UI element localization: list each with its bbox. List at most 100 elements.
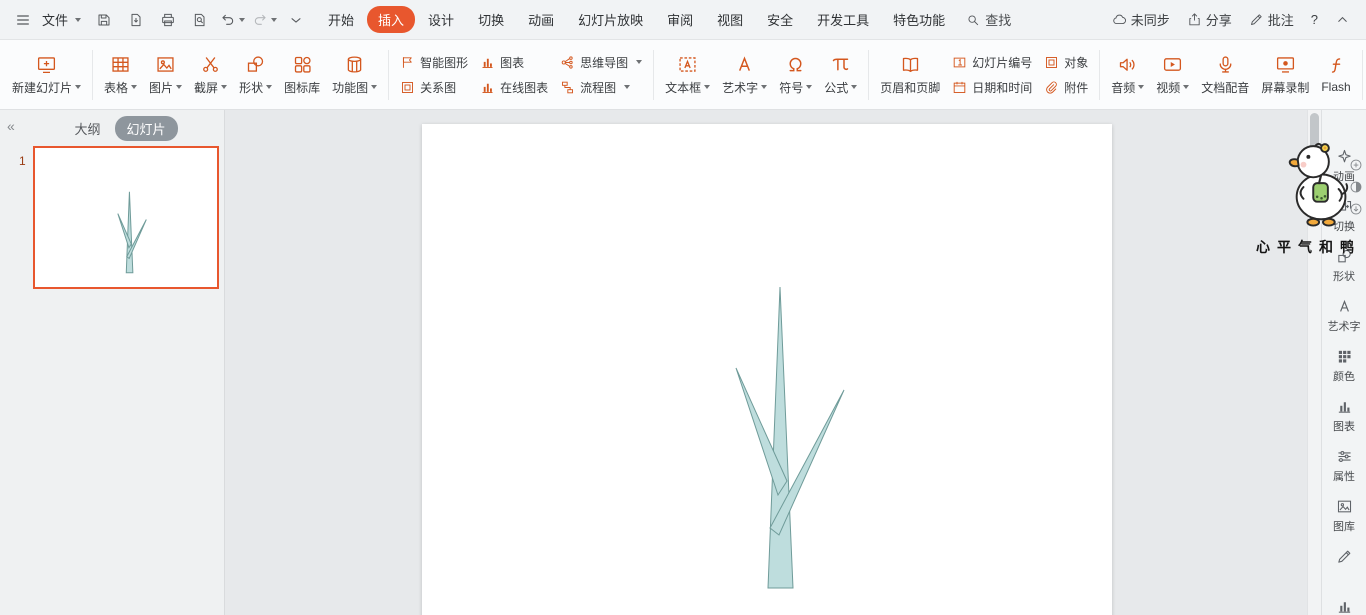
ribbon-separator [653, 50, 654, 100]
tab-transitions[interactable]: 切换 [467, 6, 515, 33]
help-button[interactable]: ? [1311, 12, 1318, 27]
flowchart-button[interactable]: 流程图 [560, 79, 642, 96]
shapes-icon [245, 54, 266, 75]
panel-wordart[interactable]: 艺术字 [1328, 298, 1361, 348]
tab-insert[interactable]: 插入 [367, 6, 415, 33]
chart-label: 图表 [500, 54, 524, 71]
color-grid-icon [1336, 348, 1353, 365]
datetime-button[interactable]: 日期和时间 [952, 79, 1032, 96]
find-button[interactable]: 查找 [966, 10, 1011, 29]
panel-properties[interactable]: 属性 [1333, 448, 1355, 498]
editing-canvas[interactable] [226, 110, 1307, 615]
panel-color[interactable]: 颜色 [1333, 348, 1355, 398]
mindmap-button[interactable]: 思维导图 [560, 54, 642, 71]
slide-number-button[interactable]: 幻灯片编号 [952, 54, 1032, 71]
symbol-button[interactable]: 符号 [773, 44, 818, 106]
tab-security[interactable]: 安全 [756, 6, 804, 33]
online-chart-button[interactable]: 在线图表 [480, 79, 548, 96]
slide-thumbnail[interactable] [33, 146, 219, 289]
panel-gallery[interactable]: 图库 [1333, 498, 1355, 548]
share-button[interactable]: 分享 [1187, 10, 1232, 29]
chart-button[interactable]: 图表 [480, 54, 548, 71]
chevron-down-icon [75, 85, 81, 89]
titlebar: 文件 开始 插入 设计 切换 动画 幻灯片放映 审阅 视图 安全 开发工具 特色… [0, 0, 1366, 40]
formula-button[interactable]: 公式 [818, 44, 863, 106]
textbox-icon [677, 54, 698, 75]
sync-status-label: 未同步 [1131, 10, 1170, 29]
duck-sticker-text: 心平气和鸭 [1256, 237, 1366, 257]
textbox-button[interactable]: 文本框 [659, 44, 716, 106]
panel-chart[interactable]: 图表 [1333, 398, 1355, 448]
tab-outline[interactable]: 大纲 [74, 119, 100, 138]
redo-button[interactable] [251, 7, 277, 33]
quick-access-toolbar [91, 7, 309, 33]
screen-record-button[interactable]: 屏幕录制 [1255, 44, 1315, 106]
file-menu[interactable]: 文件 [42, 10, 81, 29]
sync-status-button[interactable]: 未同步 [1112, 10, 1170, 29]
object-icon [1044, 55, 1059, 70]
slide-canvas[interactable] [422, 124, 1112, 615]
chevron-down-icon [851, 85, 857, 89]
omega-icon [785, 54, 806, 75]
flash-button[interactable]: Flash [1315, 44, 1356, 106]
tab-design[interactable]: 设计 [417, 6, 465, 33]
video-icon [1162, 54, 1183, 75]
wordart-button[interactable]: 艺术字 [716, 44, 773, 106]
mindmap-label: 思维导图 [580, 54, 628, 71]
panel-extra-1[interactable] [1336, 548, 1353, 598]
relation-icon [400, 80, 415, 95]
export-pdf-button[interactable] [123, 7, 149, 33]
relation-diagram-button[interactable]: 关系图 [400, 79, 468, 96]
duck-sticker [1284, 140, 1362, 238]
tab-devtools[interactable]: 开发工具 [806, 6, 880, 33]
app-menu-button[interactable] [10, 7, 36, 33]
online-chart-icon [480, 80, 495, 95]
chevron-down-icon [1138, 85, 1144, 89]
panel-extra-2[interactable] [1336, 598, 1353, 615]
print-preview-button[interactable] [187, 7, 213, 33]
cylinder-icon [344, 54, 365, 75]
new-slide-button[interactable]: 新建幻灯片 [6, 44, 87, 106]
tab-home[interactable]: 开始 [317, 6, 365, 33]
picture-button[interactable]: 图片 [143, 44, 188, 106]
table-label: 表格 [104, 79, 128, 96]
video-button[interactable]: 视频 [1150, 44, 1195, 106]
undo-button[interactable] [219, 7, 245, 33]
audio-button[interactable]: 音频 [1105, 44, 1150, 106]
collapse-panel-button[interactable]: « [7, 118, 15, 134]
tab-view[interactable]: 视图 [706, 6, 754, 33]
attachment-button[interactable]: 附件 [1044, 79, 1088, 96]
wordart-icon [734, 54, 755, 75]
shapes-button[interactable]: 形状 [233, 44, 278, 106]
table-button[interactable]: 表格 [98, 44, 143, 106]
new-slide-label: 新建幻灯片 [12, 79, 72, 96]
save-icon [96, 12, 112, 28]
doc-dubbing-label: 文档配音 [1201, 79, 1249, 96]
tab-features[interactable]: 特色功能 [882, 6, 956, 33]
panel-properties-label: 属性 [1333, 468, 1355, 484]
tab-slides[interactable]: 幻灯片 [115, 116, 178, 141]
comment-button[interactable]: 批注 [1249, 10, 1294, 29]
function-diagram-button[interactable]: 功能图 [326, 44, 383, 106]
doc-dubbing-button[interactable]: 文档配音 [1195, 44, 1255, 106]
bar-chart-icon [1336, 398, 1353, 415]
pencil-icon [1249, 12, 1264, 27]
header-footer-button[interactable]: 页眉和页脚 [874, 44, 946, 106]
collapse-ribbon-button[interactable] [1335, 12, 1350, 27]
tree-trunk-shape[interactable] [768, 287, 793, 588]
icon-library-button[interactable]: 图标库 [278, 44, 326, 106]
tab-animations[interactable]: 动画 [517, 6, 565, 33]
chevron-down-icon [266, 85, 272, 89]
save-button[interactable] [91, 7, 117, 33]
tab-review[interactable]: 审阅 [656, 6, 704, 33]
panel-tabs: 大纲 幻灯片 [28, 116, 224, 141]
paperclip-icon [1044, 80, 1059, 95]
tab-slideshow[interactable]: 幻灯片放映 [567, 6, 654, 33]
screenshot-button[interactable]: 截屏 [188, 44, 233, 106]
shapes-label: 形状 [239, 79, 263, 96]
object-button[interactable]: 对象 [1044, 54, 1088, 71]
smart-graphics-button[interactable]: 智能图形 [400, 54, 468, 71]
print-button[interactable] [155, 7, 181, 33]
customize-toolbar-button[interactable] [283, 7, 309, 33]
ribbon-separator [1362, 50, 1363, 100]
